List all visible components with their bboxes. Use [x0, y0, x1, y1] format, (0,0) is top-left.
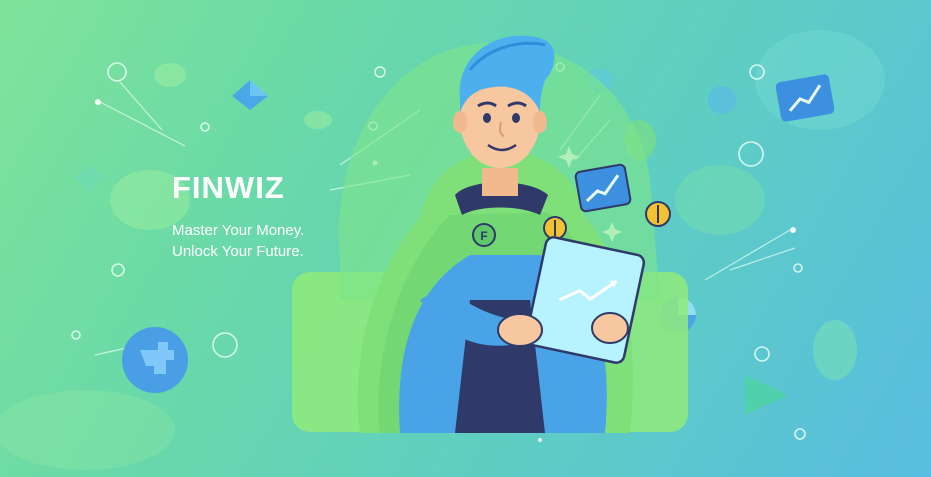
brand-title: FINWIZ [172, 170, 285, 205]
tagline-line-2: Unlock Your Future. [172, 243, 304, 260]
brand-block: FINWIZ Master Your Money. Unlock Your Fu… [172, 170, 304, 262]
tagline: Master Your Money. Unlock Your Future. [172, 220, 304, 262]
hero-banner: F FINWIZ Master Your Money. Unlock Your … [0, 0, 931, 477]
coin-icon [645, 201, 671, 227]
play-icon [745, 375, 788, 415]
svg-text:F: F [480, 229, 487, 243]
tagline-line-1: Master Your Money. [172, 222, 305, 239]
diamond-icon [232, 80, 268, 110]
tablet [524, 236, 646, 364]
chart-card-icon [574, 163, 632, 213]
wizard-character: F [292, 35, 688, 433]
puzzle-icon [122, 327, 188, 393]
